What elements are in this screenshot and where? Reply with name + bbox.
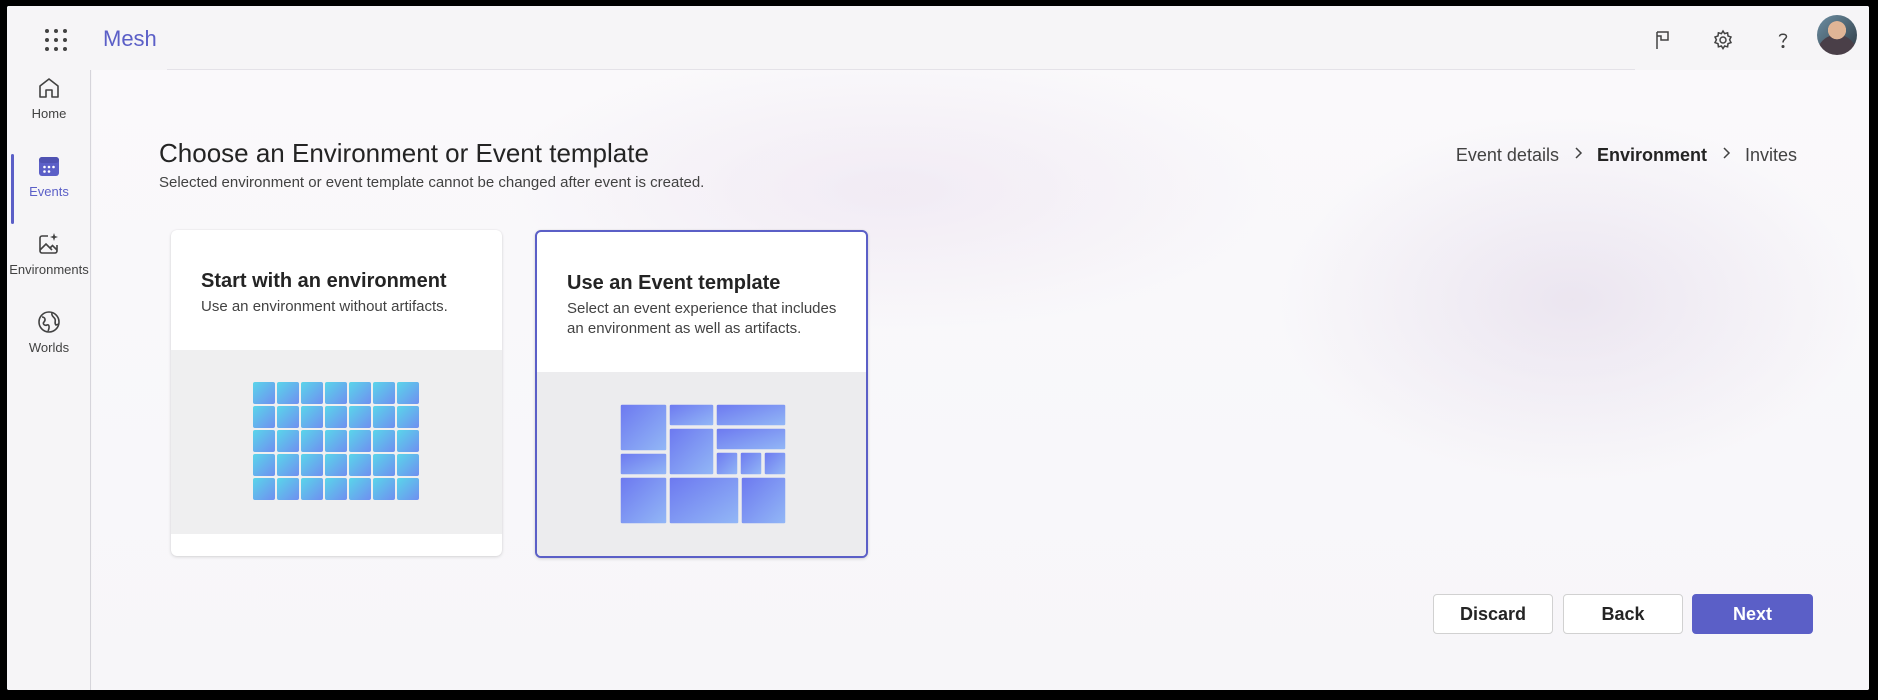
globe-icon [38, 311, 60, 333]
card-title: Start with an environment [201, 270, 447, 292]
breadcrumb-step-invites[interactable]: Invites [1745, 145, 1797, 166]
rail-item-events[interactable]: Events [7, 140, 91, 212]
mosaic-icon [619, 403, 787, 525]
home-icon [39, 78, 59, 98]
card-start-with-environment[interactable]: Start with an environment Use an environ… [171, 230, 502, 556]
app-launcher-icon[interactable] [37, 22, 71, 56]
grid-cell [373, 382, 395, 404]
grid-cell [397, 478, 419, 500]
app-name[interactable]: Mesh [103, 26, 157, 52]
grid-cell [253, 478, 275, 500]
app-window: Mesh Home Events Environments Worlds Cho… [7, 6, 1869, 690]
flag-icon[interactable] [1641, 18, 1685, 62]
chevron-right-icon [1721, 146, 1731, 165]
main-content: Choose an Environment or Event template … [92, 70, 1869, 690]
discard-button[interactable]: Discard [1433, 594, 1553, 634]
grid-cell [253, 430, 275, 452]
grid-cell [373, 454, 395, 476]
gear-icon[interactable] [1701, 18, 1745, 62]
page-title: Choose an Environment or Event template [159, 138, 649, 168]
breadcrumb-step-environment[interactable]: Environment [1597, 145, 1707, 166]
grid-cell [325, 406, 347, 428]
chevron-right-icon [1573, 146, 1583, 165]
grid-icon [253, 382, 419, 500]
card-illustration [537, 372, 866, 556]
rail-label-worlds: Worlds [28, 340, 70, 355]
card-title: Use an Event template [567, 272, 781, 294]
grid-cell [349, 406, 371, 428]
grid-cell [349, 430, 371, 452]
grid-cell [301, 406, 323, 428]
rail-label-home: Home [31, 106, 67, 121]
grid-cell [349, 454, 371, 476]
grid-cell [325, 454, 347, 476]
page-subtitle: Selected environment or event template c… [159, 174, 705, 191]
grid-cell [301, 454, 323, 476]
grid-cell [277, 454, 299, 476]
card-illustration [171, 350, 502, 534]
grid-cell [325, 430, 347, 452]
grid-cell [397, 430, 419, 452]
grid-cell [325, 478, 347, 500]
card-description: Use an environment without artifacts. [201, 298, 448, 315]
grid-cell [397, 454, 419, 476]
grid-cell [373, 406, 395, 428]
top-bar: Mesh [7, 6, 1869, 70]
grid-cell [277, 430, 299, 452]
grid-cell [397, 406, 419, 428]
help-icon[interactable] [1761, 18, 1805, 62]
grid-cell [373, 430, 395, 452]
breadcrumb-step-event-details[interactable]: Event details [1456, 145, 1559, 166]
rail-item-home[interactable]: Home [7, 62, 91, 134]
grid-cell [277, 406, 299, 428]
grid-cell [397, 382, 419, 404]
grid-cell [253, 382, 275, 404]
rail-label-events: Events [29, 184, 69, 199]
grid-cell [253, 454, 275, 476]
back-button[interactable]: Back [1563, 594, 1683, 634]
grid-cell [301, 430, 323, 452]
grid-cell [277, 382, 299, 404]
grid-cell [253, 406, 275, 428]
grid-cell [301, 382, 323, 404]
grid-cell [301, 478, 323, 500]
next-button[interactable]: Next [1692, 594, 1813, 634]
grid-cell [277, 478, 299, 500]
grid-cell [373, 478, 395, 500]
image-sparkle-icon [39, 233, 58, 254]
rail-item-worlds[interactable]: Worlds [7, 296, 91, 368]
rail-label-environments: Environments [9, 262, 89, 277]
grid-cell [349, 382, 371, 404]
grid-cell [349, 478, 371, 500]
card-use-event-template[interactable]: Use an Event template Select an event ex… [535, 230, 868, 558]
grid-cell [325, 382, 347, 404]
rail-item-environments[interactable]: Environments [7, 218, 91, 290]
card-description: Select an event experience that includes… [567, 300, 837, 337]
user-avatar[interactable] [1817, 15, 1857, 55]
left-rail: Home Events Environments Worlds [7, 70, 91, 690]
calendar-icon [39, 157, 59, 176]
breadcrumb: Event details Environment Invites [1456, 145, 1797, 166]
